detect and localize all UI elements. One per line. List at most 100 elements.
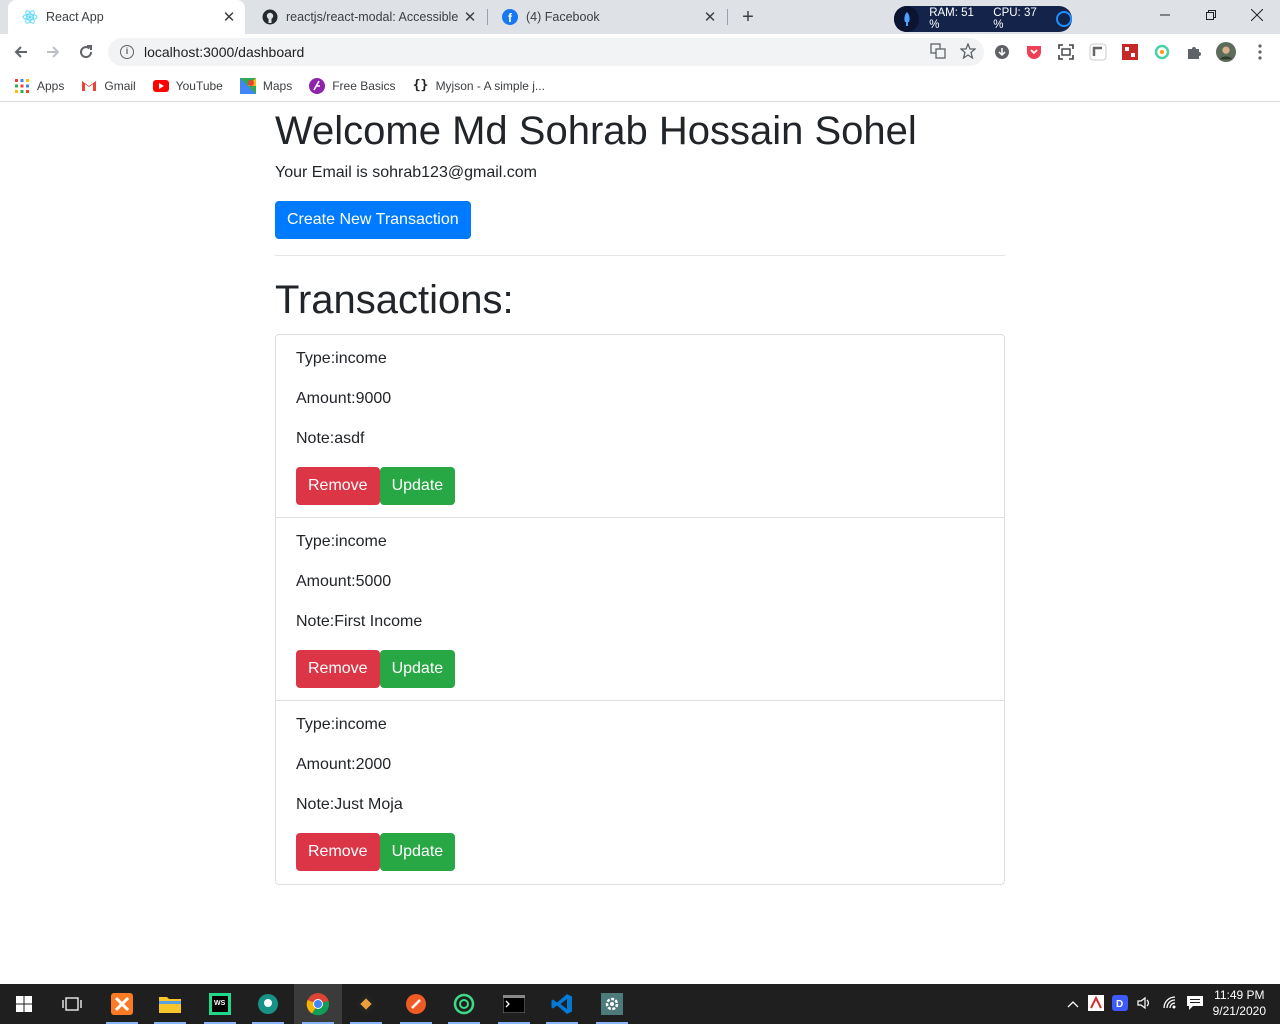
bookmark-star-icon[interactable] xyxy=(959,42,977,64)
extensions-puzzle-icon[interactable] xyxy=(1184,42,1204,62)
update-button[interactable]: Update xyxy=(379,467,456,505)
tab-github[interactable]: reactjs/react-modal: Accessible m ✕ xyxy=(248,0,486,34)
free-basics-icon xyxy=(309,77,326,94)
bookmark-maps[interactable]: Maps xyxy=(239,77,293,94)
transaction-item: Type:income Amount:2000 Note:Just Moja R… xyxy=(276,701,1004,884)
system-monitor-extension[interactable]: RAM: 51 % CPU: 37 % xyxy=(894,6,1073,32)
vscode-icon[interactable] xyxy=(538,984,586,1024)
xampp-icon[interactable] xyxy=(98,984,146,1024)
new-tab-plus-icon[interactable]: + xyxy=(736,5,760,29)
gmail-icon xyxy=(81,78,97,94)
transaction-note: Note:First Income xyxy=(296,613,423,630)
bookmark-label: Free Basics xyxy=(332,78,396,93)
facebook-icon: f xyxy=(502,9,518,25)
terminal-icon[interactable] xyxy=(490,984,538,1024)
tab-title: reactjs/react-modal: Accessible m xyxy=(286,10,460,24)
git-tool-icon[interactable] xyxy=(342,984,390,1024)
speaker-icon[interactable] xyxy=(1136,995,1152,1014)
task-view-icon[interactable] xyxy=(48,984,96,1024)
settings-gear-icon[interactable] xyxy=(588,984,636,1024)
gitkraken-icon[interactable] xyxy=(244,984,292,1024)
minimize-icon[interactable] xyxy=(1142,0,1188,30)
bookmark-label: YouTube xyxy=(175,78,223,93)
wifi-icon[interactable] xyxy=(1162,995,1178,1014)
dashboard-page: Welcome Md Sohrab Hossain Sohel Your Ema… xyxy=(275,103,1005,885)
divider xyxy=(275,255,1005,256)
bookmark-myjson[interactable]: {} Myjson - A simple j... xyxy=(413,78,545,94)
extension-frame-icon[interactable] xyxy=(1088,42,1108,62)
reload-icon[interactable] xyxy=(73,39,99,65)
email-text: Your Email is sohrab123@gmail.com xyxy=(275,164,537,181)
remove-button[interactable]: Remove xyxy=(296,833,380,871)
green-ring-app-icon[interactable] xyxy=(440,984,488,1024)
transactions-heading: Transactions: xyxy=(275,278,514,322)
apps-grid-icon xyxy=(14,78,30,94)
green-ring-extension-icon[interactable] xyxy=(1152,42,1172,62)
postman-icon[interactable] xyxy=(392,984,440,1024)
restore-icon[interactable] xyxy=(1188,0,1234,30)
bookmark-label: Gmail xyxy=(104,78,136,93)
bookmark-label: Maps xyxy=(262,78,293,93)
transaction-type: Type:income xyxy=(296,350,387,367)
menu-kebab-icon[interactable] xyxy=(1250,42,1270,62)
json-braces-icon: {} xyxy=(412,78,429,93)
clock-time: 11:49 PM xyxy=(1214,988,1265,1002)
bookmark-youtube[interactable]: YouTube xyxy=(152,78,223,94)
tab-facebook[interactable]: f (4) Facebook ✕ xyxy=(488,0,726,34)
translate-icon[interactable] xyxy=(930,43,946,64)
profile-avatar[interactable] xyxy=(1216,42,1236,62)
transaction-amount: Amount:2000 xyxy=(296,756,392,773)
chevron-up-icon[interactable] xyxy=(1064,997,1082,1011)
adobe-acrobat-icon[interactable] xyxy=(1088,994,1104,1014)
maps-icon xyxy=(239,77,256,94)
taskbar-clock[interactable]: 11:49 PM 9/21/2020 xyxy=(1213,987,1266,1019)
remove-button[interactable]: Remove xyxy=(296,467,380,505)
update-button[interactable]: Update xyxy=(379,833,456,871)
red-extension-icon[interactable] xyxy=(1120,42,1140,62)
pocket-icon[interactable] xyxy=(1024,42,1044,62)
bookmark-free-basics[interactable]: Free Basics xyxy=(309,77,396,94)
screenshot-icon[interactable] xyxy=(1056,42,1076,62)
bookmark-apps[interactable]: Apps xyxy=(14,78,64,94)
update-button[interactable]: Update xyxy=(379,650,456,688)
svg-text:D: D xyxy=(1116,999,1123,1010)
transaction-note: Note:Just Moja xyxy=(296,796,403,813)
close-tab-icon[interactable]: ✕ xyxy=(219,8,239,26)
browser-toolbar: i localhost:3000/dashboard xyxy=(0,34,1280,70)
close-tab-icon[interactable]: ✕ xyxy=(460,8,480,26)
tab-title: React App xyxy=(46,10,104,24)
bookmark-gmail[interactable]: Gmail xyxy=(81,78,136,94)
tab-strip: React App ✕ reactjs/react-modal: Accessi… xyxy=(0,0,1280,34)
tab-react-app[interactable]: React App ✕ xyxy=(8,0,245,34)
github-icon xyxy=(262,9,278,25)
react-icon xyxy=(22,9,38,25)
rocket-icon xyxy=(894,6,920,32)
create-transaction-button[interactable]: Create New Transaction xyxy=(275,201,471,239)
bookmark-label: Apps xyxy=(37,78,65,93)
url-text: localhost:3000/dashboard xyxy=(144,44,305,60)
address-bar[interactable]: i localhost:3000/dashboard xyxy=(108,38,984,66)
transaction-note: Note:asdf xyxy=(296,430,365,447)
transaction-type: Type:income xyxy=(296,716,387,733)
close-tab-icon[interactable]: ✕ xyxy=(700,8,720,26)
bookmark-label: Myjson - A simple j... xyxy=(435,78,545,93)
download-icon[interactable] xyxy=(992,42,1012,62)
remove-button[interactable]: Remove xyxy=(296,650,380,688)
back-arrow-icon[interactable] xyxy=(8,39,34,65)
transaction-amount: Amount:9000 xyxy=(296,390,392,407)
welcome-heading: Welcome Md Sohrab Hossain Sohel xyxy=(275,109,917,153)
transaction-amount: Amount:5000 xyxy=(296,573,392,590)
bookmarks-bar: Apps Gmail YouTube Maps Free Basics {} M… xyxy=(0,70,1280,102)
site-info-icon[interactable]: i xyxy=(120,45,134,59)
clock-date: 9/21/2020 xyxy=(1212,1004,1266,1018)
webstorm-icon[interactable]: WS xyxy=(196,984,244,1024)
transactions-list: Type:income Amount:9000 Note:asdf Remove… xyxy=(275,334,1005,885)
windows-start-icon[interactable] xyxy=(0,984,48,1024)
forward-arrow-icon[interactable] xyxy=(40,39,66,65)
chrome-icon[interactable] xyxy=(294,984,342,1024)
file-explorer-icon[interactable] xyxy=(146,984,194,1024)
d-app-tray-icon[interactable]: D xyxy=(1112,994,1128,1014)
notification-icon[interactable] xyxy=(1186,995,1204,1014)
close-window-icon[interactable] xyxy=(1234,0,1280,30)
transaction-type: Type:income xyxy=(296,533,387,550)
